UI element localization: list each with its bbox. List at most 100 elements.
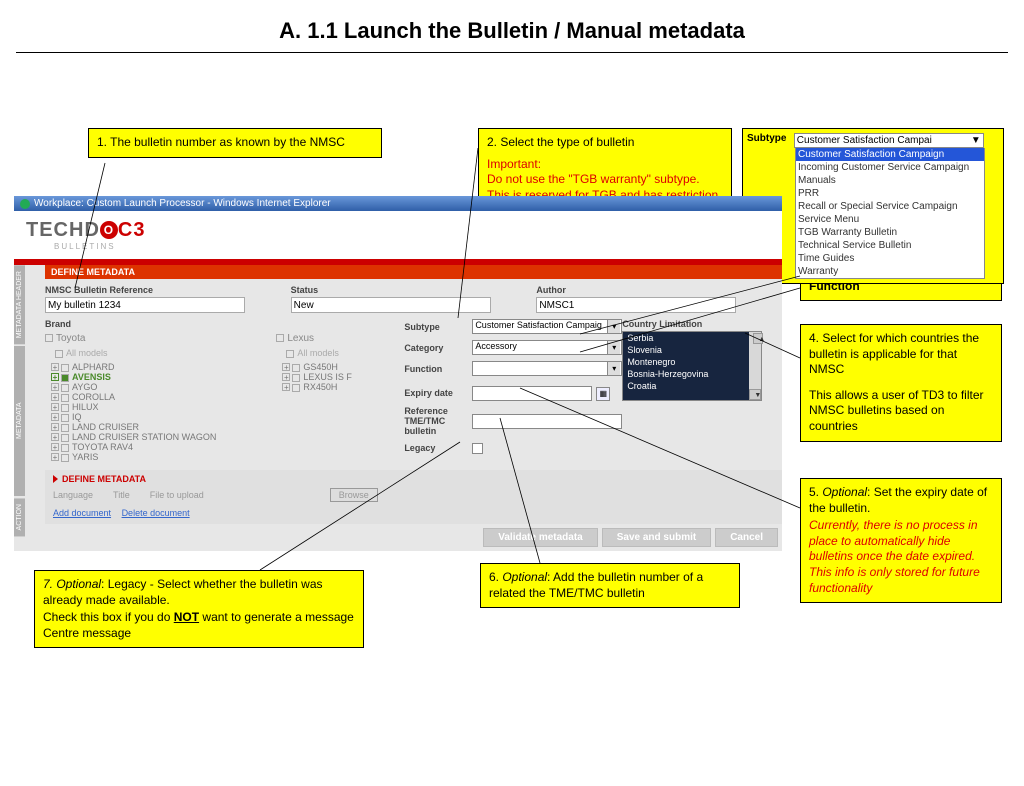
- function-label: Function: [404, 364, 472, 374]
- function-select[interactable]: ▾: [472, 361, 622, 376]
- checkbox-icon[interactable]: [61, 454, 69, 462]
- subtype-option[interactable]: Incoming Customer Service Campaign: [796, 161, 984, 174]
- model-item[interactable]: AVENSIS: [72, 372, 111, 382]
- model-item[interactable]: AYGO: [72, 382, 97, 392]
- legacy-checkbox[interactable]: [472, 443, 483, 454]
- note-7-d: NOT: [174, 610, 199, 624]
- subtype-option[interactable]: Manuals: [796, 174, 984, 187]
- checkbox-icon[interactable]: [61, 374, 69, 382]
- delete-document-link[interactable]: Delete document: [122, 508, 190, 518]
- subtype-option[interactable]: PRR: [796, 187, 984, 200]
- logo-text: TECHDOC3: [26, 219, 145, 241]
- expiry-input[interactable]: [472, 386, 592, 401]
- nmsc-ref-input[interactable]: [45, 297, 245, 313]
- all-models: All models: [297, 348, 339, 358]
- note-7: 7. Optional: Legacy - Select whether the…: [34, 570, 364, 648]
- subtype-option[interactable]: TGB Warranty Bulletin: [796, 226, 984, 239]
- ref-tme-input[interactable]: [472, 414, 622, 429]
- checkbox-icon[interactable]: [61, 394, 69, 402]
- model-item[interactable]: TOYOTA RAV4: [72, 442, 133, 452]
- browse-button[interactable]: Browse: [330, 488, 378, 502]
- checkbox-icon[interactable]: [61, 444, 69, 452]
- model-item[interactable]: HILUX: [72, 402, 99, 412]
- subtype-select[interactable]: Customer Satisfaction Campaig▾: [472, 319, 622, 334]
- title-label: Title: [113, 490, 130, 500]
- checkbox-icon[interactable]: [61, 364, 69, 372]
- vtab-header[interactable]: METADATA HEADER: [14, 265, 25, 344]
- status-label: Status: [291, 285, 537, 295]
- logo-tech: TECHD: [26, 219, 100, 241]
- subtype-dd-select[interactable]: Customer Satisfaction Campai ▼: [794, 133, 984, 148]
- model-item[interactable]: GS450H: [303, 362, 338, 372]
- checkbox-icon[interactable]: [286, 350, 294, 358]
- cancel-button[interactable]: Cancel: [715, 528, 778, 547]
- checkbox-icon[interactable]: [55, 350, 63, 358]
- chevron-down-icon: ▼: [971, 135, 981, 146]
- legacy-label: Legacy: [404, 443, 472, 453]
- model-item[interactable]: LAND CRUISER STATION WAGON: [72, 432, 216, 442]
- checkbox-icon[interactable]: [292, 364, 300, 372]
- country-label: Country Limitation: [622, 319, 782, 329]
- country-listbox[interactable]: Serbia Slovenia Montenegro Bosnia-Herzeg…: [622, 331, 762, 401]
- define-metadata-header: DEFINE METADATA: [45, 265, 782, 279]
- vtab-metadata[interactable]: METADATA: [14, 346, 25, 496]
- note-4-a: 4. Select for which countries the bullet…: [809, 331, 993, 378]
- calendar-icon[interactable]: ▦: [596, 387, 610, 401]
- subtype-dd-options[interactable]: Customer Satisfaction Campaign Incoming …: [795, 148, 985, 279]
- subtype-option[interactable]: Warranty: [796, 265, 984, 278]
- scrollbar[interactable]: ▲▼: [749, 332, 761, 400]
- checkbox-icon[interactable]: [45, 334, 53, 342]
- subtype-dd-label: Subtype: [747, 133, 791, 144]
- author-input: [536, 297, 736, 313]
- checkbox-icon[interactable]: [276, 334, 284, 342]
- logo-o: O: [100, 221, 118, 239]
- checkbox-icon[interactable]: [61, 404, 69, 412]
- country-item[interactable]: Croatia: [623, 380, 761, 392]
- checkbox-icon[interactable]: [61, 434, 69, 442]
- checkbox-icon[interactable]: [292, 384, 300, 392]
- checkbox-icon[interactable]: [61, 424, 69, 432]
- checkbox-icon[interactable]: [61, 414, 69, 422]
- validate-button[interactable]: Validate metadata: [483, 528, 597, 547]
- author-label: Author: [536, 285, 782, 295]
- category-select[interactable]: Accessory▾: [472, 340, 622, 355]
- country-item[interactable]: Bosnia-Herzegovina: [623, 368, 761, 380]
- define-metadata-sub: DEFINE METADATA: [53, 474, 782, 484]
- country-item[interactable]: Montenegro: [623, 356, 761, 368]
- model-item[interactable]: ALPHARD: [72, 362, 115, 372]
- scroll-down-icon[interactable]: ▼: [749, 389, 761, 400]
- chevron-down-icon: ▾: [607, 320, 620, 333]
- model-item[interactable]: LEXUS IS F: [303, 372, 352, 382]
- brand-toyota: Toyota All models +ALPHARD +AVENSIS +AYG…: [45, 333, 216, 462]
- note-5-d: Currently, there is no process in place …: [809, 518, 993, 596]
- model-item[interactable]: RX450H: [303, 382, 337, 392]
- subtype-dd-selected: Customer Satisfaction Campai: [797, 135, 932, 146]
- subtype-option[interactable]: Recall or Special Service Campaign: [796, 200, 984, 213]
- subtype-option[interactable]: Customer Satisfaction Campaign: [796, 148, 984, 161]
- note-7-a: 7. Optional: [43, 577, 101, 591]
- divider: [16, 52, 1008, 53]
- model-item[interactable]: YARIS: [72, 452, 98, 462]
- model-item[interactable]: IQ: [72, 412, 82, 422]
- country-item[interactable]: Serbia: [623, 332, 761, 344]
- subtype-option[interactable]: Time Guides: [796, 252, 984, 265]
- country-item[interactable]: Slovenia: [623, 344, 761, 356]
- subtype-option[interactable]: Technical Service Bulletin: [796, 239, 984, 252]
- model-item[interactable]: LAND CRUISER: [72, 422, 139, 432]
- model-item[interactable]: COROLLA: [72, 392, 115, 402]
- file-to-upload-label: File to upload: [150, 490, 310, 500]
- add-document-link[interactable]: Add document: [53, 508, 111, 518]
- category-label: Category: [404, 343, 472, 353]
- country-column: Country Limitation Serbia Slovenia Monte…: [622, 319, 782, 462]
- checkbox-icon[interactable]: [292, 374, 300, 382]
- toyota-models: +ALPHARD +AVENSIS +AYGO +COROLLA +HILUX …: [51, 362, 216, 462]
- subtype-option[interactable]: Service Menu: [796, 213, 984, 226]
- note-7-c: Check this box if you do: [43, 610, 174, 624]
- scroll-up-icon[interactable]: ▲: [753, 333, 763, 344]
- note-1: 1. The bulletin number as known by the N…: [88, 128, 382, 158]
- note-4: 4. Select for which countries the bullet…: [800, 324, 1002, 442]
- vtab-action[interactable]: ACTION: [14, 498, 25, 536]
- note-6-a: 6.: [489, 570, 502, 584]
- checkbox-icon[interactable]: [61, 384, 69, 392]
- save-submit-button[interactable]: Save and submit: [602, 528, 711, 547]
